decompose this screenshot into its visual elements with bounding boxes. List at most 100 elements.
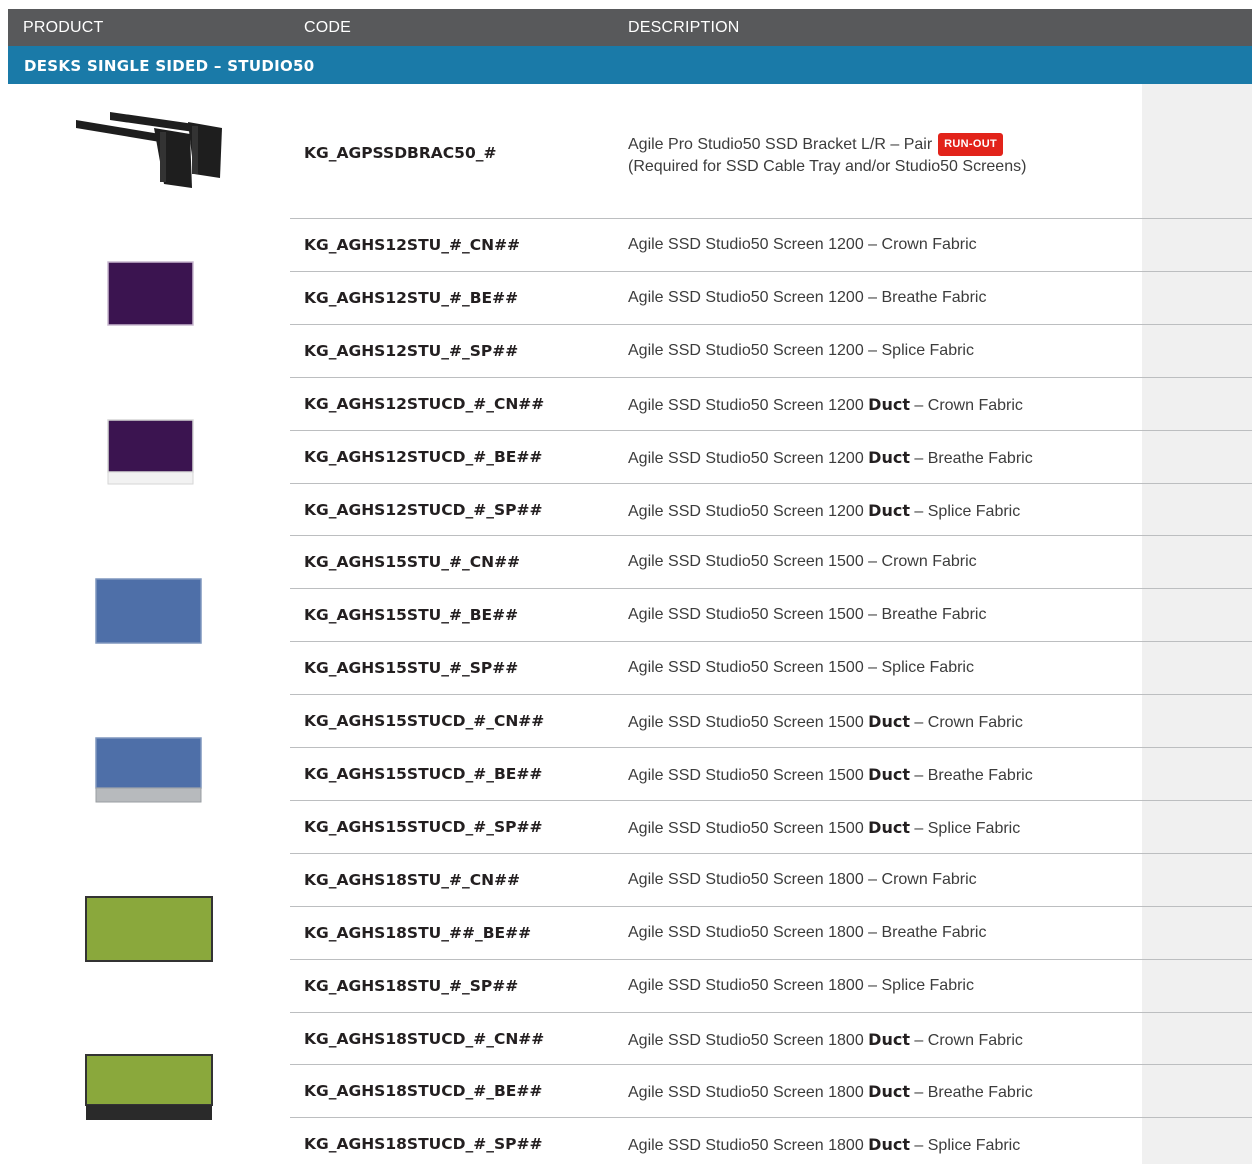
table-row: KG_AGHS18STUCD_#_SP## Agile SSD Studio50 … (290, 1118, 1252, 1170)
description-text: Agile SSD Studio50 Screen 1800 (628, 923, 864, 941)
product-description: Agile SSD Studio50 Screen 1800 – Breathe… (628, 924, 986, 942)
product-description: Agile SSD Studio50 Screen 1200 Duct – Cr… (628, 395, 1023, 415)
table-row: KG_AGHS12STUCD_#_SP## Agile SSD Studio50 … (290, 484, 1252, 536)
blue-screen-1500-duct-image (95, 737, 202, 803)
description-text: Agile SSD Studio50 Screen 1500 (628, 659, 864, 677)
duct-label: Duct (868, 765, 910, 784)
fabric-text: – Breathe Fabric (909, 1084, 1033, 1102)
table-row: KG_AGHS12STU_#_CN## Agile SSD Studio50 Sc… (290, 219, 1252, 271)
fabric-text: – Breathe Fabric (863, 606, 987, 624)
table-row: KG_AGHS18STU_#_SP## Agile SSD Studio50 Sc… (290, 960, 1252, 1012)
table-row: KG_AGHS12STU_#_BE## Agile SSD Studio50 Sc… (290, 272, 1252, 324)
product-description: Agile SSD Studio50 Screen 1500 Duct – Br… (628, 765, 1033, 785)
product-description: Agile SSD Studio50 Screen 1800 Duct – Br… (628, 1082, 1033, 1102)
product-description: Agile SSD Studio50 Screen 1200 Duct – Sp… (628, 501, 1020, 521)
product-code: KG_AGHS12STU_#_BE## (304, 288, 519, 307)
product-description: Agile Pro Studio50 SSD Bracket L/R – Pai… (628, 133, 1026, 177)
description-text: Agile SSD Studio50 Screen 1200 (628, 396, 869, 414)
product-code: KG_AGHS15STU_#_SP## (304, 659, 519, 678)
table-row: KG_AGHS15STU_#_SP## Agile SSD Studio50 Sc… (290, 642, 1252, 694)
bracket-image (76, 112, 222, 188)
description-text: Agile SSD Studio50 Screen 1200 (628, 502, 869, 520)
fabric-text: – Breathe Fabric (909, 449, 1033, 467)
product-code: KG_AGHS15STU_#_BE## (304, 606, 519, 625)
fabric-text: – Splice Fabric (909, 819, 1021, 837)
section-header: DESKS SINGLE SIDED – STUDIO50 (8, 46, 1252, 84)
fabric-text: – Splice Fabric (909, 502, 1021, 520)
product-code: KG_AGHS15STU_#_CN## (304, 553, 521, 572)
table-header: PRODUCT CODE DESCRIPTION (8, 9, 1252, 46)
product-code: KG_AGHS18STUCD_#_CN## (304, 1029, 545, 1048)
table-row: KG_AGHS18STUCD_#_CN## Agile SSD Studio50 … (290, 1013, 1252, 1065)
description-text: Agile SSD Studio50 Screen 1200 (628, 236, 864, 253)
description-text: Agile SSD Studio50 Screen 1200 (628, 341, 864, 359)
code-column-header: CODE (304, 19, 352, 36)
blue-screen-1500-image (95, 578, 202, 644)
product-code: KG_AGHS18STUCD_#_BE## (304, 1082, 543, 1101)
description-text: Agile SSD Studio50 Screen 1500 (628, 819, 869, 837)
description-text: Agile SSD Studio50 Screen 1500 (628, 606, 864, 624)
description-text: Agile SSD Studio50 Screen 1800 (628, 1031, 869, 1049)
run-out-badge: RUN-OUT (938, 133, 1003, 156)
product-description: Agile SSD Studio50 Screen 1800 Duct – Sp… (628, 1135, 1020, 1155)
duct-label: Duct (868, 447, 910, 467)
duct-label: Duct (868, 712, 910, 732)
product-description: Agile SSD Studio50 Screen 1500 – Breathe… (628, 606, 986, 624)
description-text: Agile SSD Studio50 Screen 1800 (628, 870, 864, 888)
product-description: Agile SSD Studio50 Screen 1500 Duct – Cr… (628, 712, 1023, 732)
product-description: Agile SSD Studio50 Screen 1500 Duct – Sp… (628, 818, 1020, 838)
description-text: Agile SSD Studio50 Screen 1200 (628, 288, 864, 306)
fabric-text: – Breathe Fabric (863, 288, 987, 306)
description-text: Agile SSD Studio50 Screen 1800 (628, 976, 864, 994)
duct-label: Duct (868, 1082, 910, 1102)
product-description: Agile SSD Studio50 Screen 1200 – Breathe… (628, 289, 986, 307)
table-row: KG_AGHS15STUCD_#_BE## Agile SSD Studio50 … (290, 748, 1252, 800)
product-code: KG_AGHS12STU_#_CN## (304, 236, 521, 254)
product-description: Agile SSD Studio50 Screen 1200 Duct – Br… (628, 448, 1033, 468)
fabric-text: – Crown Fabric (863, 553, 977, 571)
product-code: KG_AGPSSDBRAC50_# (304, 144, 497, 162)
product-description: Agile SSD Studio50 Screen 1800 Duct – Cr… (628, 1030, 1023, 1050)
product-column-header: PRODUCT (23, 19, 104, 36)
duct-label: Duct (868, 1029, 910, 1049)
duct-label: Duct (868, 1135, 910, 1155)
table-row: KG_AGHS15STUCD_#_SP## Agile SSD Studio50 … (290, 801, 1252, 853)
green-screen-1800-duct-image (85, 1054, 213, 1120)
fabric-text: – Breathe Fabric (863, 923, 987, 941)
table-row: KG_AGHS18STU_#_CN## Agile SSD Studio50 Sc… (290, 854, 1252, 906)
fabric-text: – Splice Fabric (909, 1137, 1021, 1155)
product-code: KG_AGHS18STUCD_#_SP## (304, 1135, 543, 1154)
fabric-text: – Crown Fabric (863, 236, 977, 253)
purple-screen-1200-duct-image (107, 419, 194, 485)
table-row: KG_AGHS15STUCD_#_CN## Agile SSD Studio50 … (290, 695, 1252, 747)
table-row: KG_AGHS12STUCD_#_CN## Agile SSD Studio50 … (290, 378, 1252, 430)
product-code: KG_AGHS15STUCD_#_SP## (304, 817, 543, 836)
product-code: KG_AGHS15STUCD_#_CN## (304, 712, 545, 731)
description-column-header: DESCRIPTION (628, 19, 740, 36)
fabric-text: – Splice Fabric (863, 341, 974, 359)
product-code: KG_AGHS12STUCD_#_CN## (304, 394, 545, 413)
table-row: KG_AGHS18STU_##_BE## Agile SSD Studio50 S… (290, 907, 1252, 959)
table-row: KG_AGHS18STUCD_#_BE## Agile SSD Studio50 … (290, 1065, 1252, 1117)
description-text: Agile SSD Studio50 Screen 1200 (628, 449, 869, 467)
table-row: KG_AGHS15STU_#_CN## Agile SSD Studio50 Sc… (290, 536, 1252, 588)
fabric-text: – Crown Fabric (909, 714, 1023, 732)
description-line-2: (Required for SSD Cable Tray and/or Stud… (628, 158, 1027, 175)
fabric-text: – Crown Fabric (909, 396, 1023, 414)
fabric-text: – Splice Fabric (863, 659, 974, 677)
purple-screen-1200-image (107, 261, 194, 326)
table-row: KG_AGHS12STU_#_SP## Agile SSD Studio50 Sc… (290, 325, 1252, 377)
description-text: Agile SSD Studio50 Screen 1500 (628, 714, 869, 732)
description-text: Agile SSD Studio50 Screen 1800 (628, 1084, 869, 1102)
description-text: Agile SSD Studio50 Screen 1500 (628, 553, 864, 571)
description-line-1: Agile Pro Studio50 SSD Bracket L/R – Pai… (628, 136, 933, 153)
product-description: Agile SSD Studio50 Screen 1200 – Splice … (628, 342, 974, 360)
product-code: KG_AGHS15STUCD_#_BE## (304, 765, 543, 783)
duct-label: Duct (868, 817, 910, 837)
product-code: KG_AGHS12STUCD_#_BE## (304, 447, 543, 466)
green-screen-1800-image (85, 896, 213, 962)
product-description: Agile SSD Studio50 Screen 1500 – Splice … (628, 659, 974, 677)
description-text: Agile SSD Studio50 Screen 1800 (628, 1137, 869, 1155)
duct-label: Duct (868, 500, 910, 520)
description-text: Agile SSD Studio50 Screen 1500 (628, 767, 869, 784)
